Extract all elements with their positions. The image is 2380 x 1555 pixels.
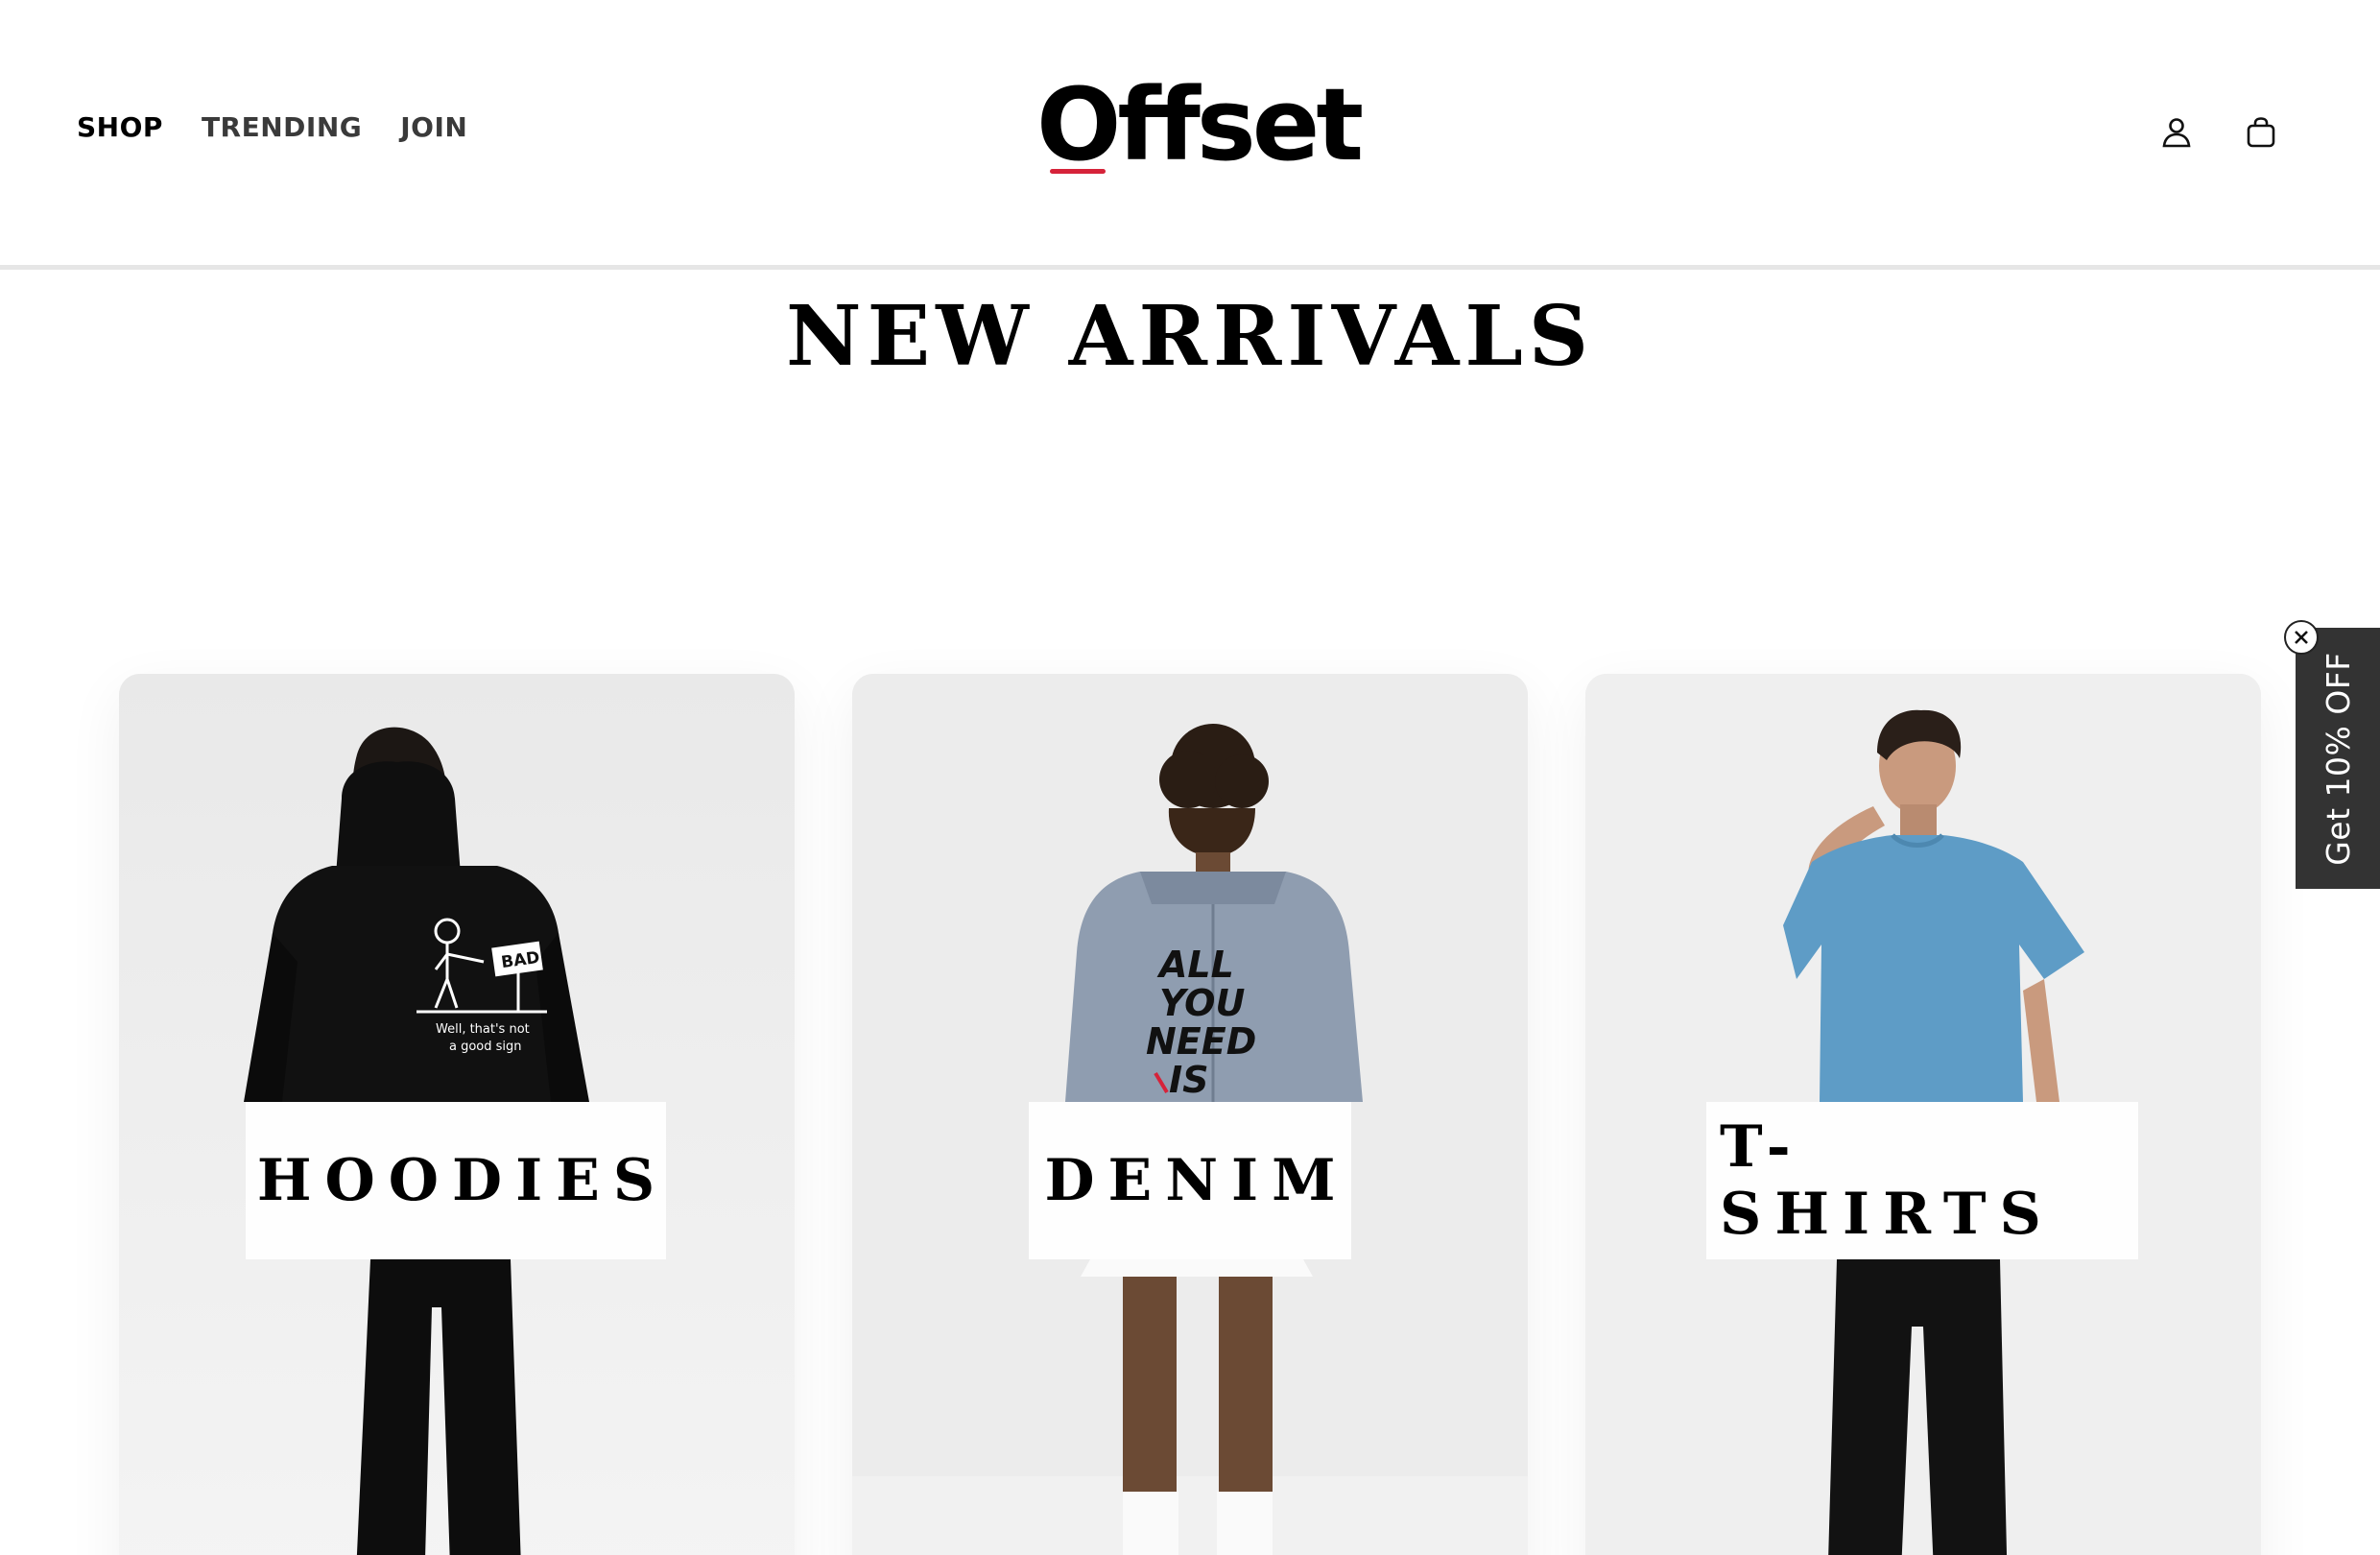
category-card-denim[interactable]: ALL YOU NEED IS DENIM (852, 674, 1528, 1555)
category-name-denim: DENIM (1044, 1147, 1349, 1214)
denim-print-line3: NEED (1146, 1020, 1256, 1063)
denim-print-line1: ALL (1156, 944, 1234, 986)
category-label-denim: DENIM (1029, 1102, 1351, 1259)
category-name-hoodies: HOODIES (256, 1147, 669, 1214)
header-divider (0, 265, 2380, 270)
hoodie-print-line1: Well, that's not (436, 1022, 530, 1037)
site-logo[interactable]: Offset (1036, 66, 1364, 183)
section-title: NEW ARRIVALS (786, 288, 1594, 385)
category-label-hoodies: HOODIES (246, 1102, 666, 1259)
discount-promo-tab[interactable]: Get 10% OFF (2296, 628, 2380, 889)
account-button[interactable] (2155, 111, 2198, 154)
nav-join[interactable]: JOIN (400, 111, 467, 143)
close-icon (2295, 631, 2308, 644)
denim-print-line4: IS (1169, 1059, 1209, 1101)
logo-accent-underline (1050, 169, 1106, 174)
promo-label: Get 10% OFF (2319, 651, 2357, 866)
nav-trending[interactable]: TRENDING (202, 111, 362, 143)
category-name-tshirts: T-SHIRTS (1720, 1113, 2055, 1248)
user-icon (2162, 118, 2191, 148)
denim-print-line2: YOU (1159, 982, 1245, 1024)
shopping-bag-icon (2247, 117, 2275, 148)
category-label-tshirts: T-SHIRTS (1706, 1102, 2138, 1259)
category-card-hoodies[interactable]: BAD Well, that's not a good sign HOODIES (119, 674, 795, 1555)
nav-shop[interactable]: SHOP (77, 111, 163, 143)
hoodie-print-line2: a good sign (449, 1040, 522, 1054)
main-nav: SHOP TRENDING JOIN (77, 111, 467, 143)
site-header: SHOP TRENDING JOIN Offset (0, 0, 2380, 265)
promo-close-button[interactable] (2284, 620, 2319, 655)
category-card-tshirts[interactable]: T-SHIRTS (1585, 674, 2261, 1555)
cart-button[interactable] (2240, 111, 2282, 154)
logo-text: Offset (1036, 66, 1364, 183)
